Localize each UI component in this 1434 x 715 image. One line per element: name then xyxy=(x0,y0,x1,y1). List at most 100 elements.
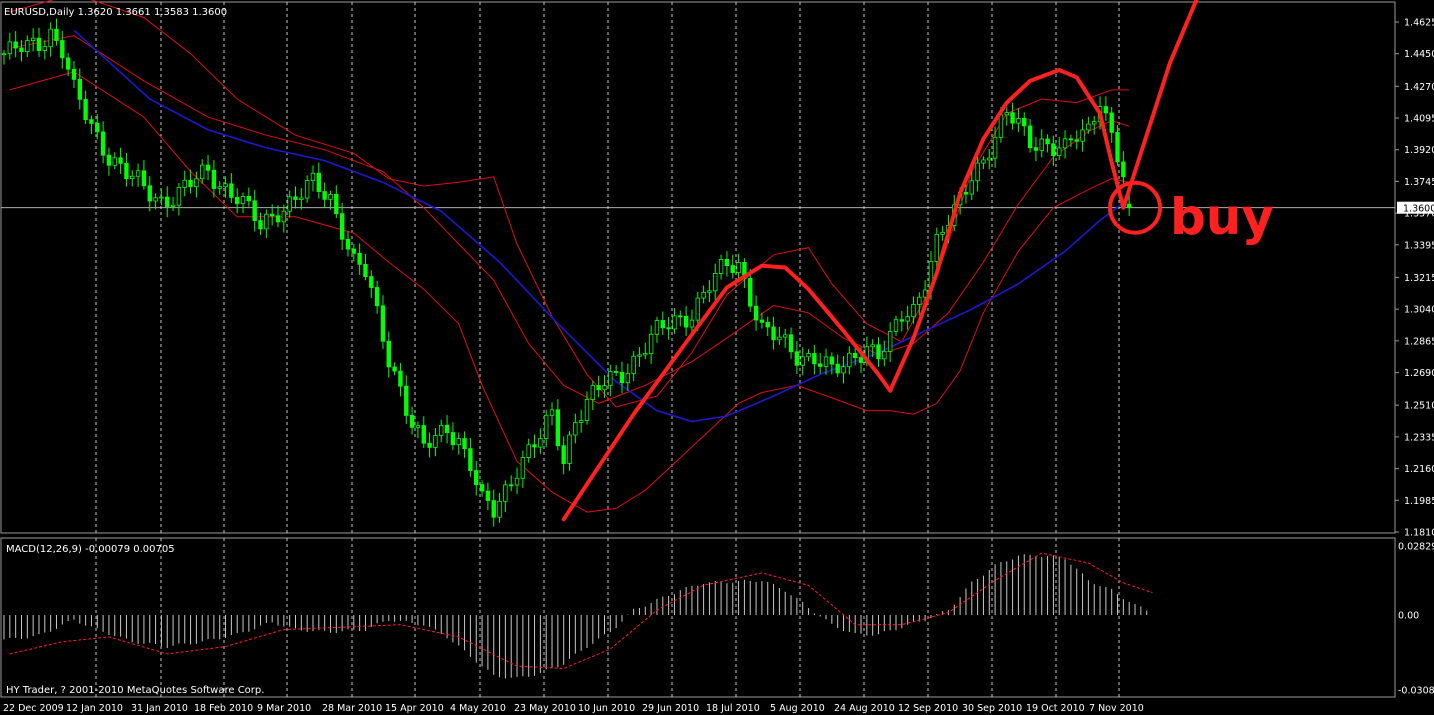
candle-body xyxy=(229,183,234,198)
candle-body xyxy=(1045,138,1050,145)
candle-body xyxy=(19,47,24,53)
y-tick-label: 1.3920 xyxy=(1404,145,1434,156)
candle-body xyxy=(456,438,461,446)
candle-body xyxy=(252,200,257,221)
candle-body xyxy=(357,252,362,265)
candle-body xyxy=(491,500,496,518)
candle-body xyxy=(42,46,48,51)
candle-body xyxy=(71,68,77,80)
candle-body xyxy=(975,162,980,182)
candle-body xyxy=(462,438,467,450)
candle-body xyxy=(771,326,776,341)
x-tick-label: 15 Apr 2010 xyxy=(385,703,444,714)
candle-body xyxy=(182,179,187,188)
candle-body xyxy=(683,315,689,328)
candle-body xyxy=(992,136,998,159)
candle-body xyxy=(613,371,619,373)
candle-body xyxy=(1074,139,1079,142)
y-tick-label: 1.1985 xyxy=(1404,496,1434,507)
candle-body xyxy=(77,78,82,100)
candle-body xyxy=(514,477,520,486)
current-price-label: 1.3600 xyxy=(1403,204,1434,215)
x-tick-label: 7 Nov 2010 xyxy=(1089,703,1144,714)
candle-body xyxy=(893,319,899,332)
candle-body xyxy=(858,357,864,363)
candle-body xyxy=(852,352,858,359)
candle-body xyxy=(596,385,601,391)
candle-body xyxy=(48,28,53,48)
candle-body xyxy=(60,40,65,59)
candle-body xyxy=(835,363,840,374)
candle-body xyxy=(981,159,986,164)
y-tick-label: 1.3215 xyxy=(1404,273,1434,284)
candle-body xyxy=(619,371,625,384)
candle-body xyxy=(643,353,648,356)
candle-body xyxy=(165,196,170,207)
candle-body xyxy=(503,484,508,502)
candle-body xyxy=(293,196,298,200)
candle-body xyxy=(106,154,112,166)
candle-body xyxy=(234,196,240,205)
candle-body xyxy=(573,422,578,436)
price-chart[interactable]: 22 Dec 2009 12 Jan 2010 31 Jan 2010 18 Feb … xyxy=(0,0,1434,715)
candle-body xyxy=(608,371,613,387)
candle-body xyxy=(794,351,800,366)
candle-body xyxy=(310,172,316,181)
candle-body xyxy=(159,196,164,199)
candle-body xyxy=(707,290,712,293)
candle-body xyxy=(380,305,386,342)
candle-body xyxy=(561,445,566,464)
candle-body xyxy=(532,444,537,448)
x-tick-label: 23 May 2010 xyxy=(514,703,576,714)
candle-body xyxy=(392,366,397,372)
candle-body xyxy=(584,399,590,421)
candle-body xyxy=(205,164,211,171)
candle-body xyxy=(223,183,228,188)
x-tick-label: 24 Aug 2010 xyxy=(834,703,895,714)
candle-body xyxy=(654,320,660,335)
candle-body xyxy=(1027,125,1033,149)
candle-body xyxy=(1103,106,1109,114)
y-tick-label: 1.4450 xyxy=(1404,49,1434,60)
candle-body xyxy=(637,354,642,357)
y-tick-label: 1.1810 xyxy=(1404,528,1434,539)
candle-body xyxy=(841,366,846,374)
macd-info-label: MACD(12,26,9) -0.00079 0.00705 xyxy=(6,544,175,555)
candle-body xyxy=(112,157,117,166)
candle-body xyxy=(433,435,438,448)
chart-background xyxy=(0,0,1434,715)
candle-body xyxy=(363,263,368,277)
y-tick-label: 1.2335 xyxy=(1404,432,1434,443)
macd-y-tick-label: 0.00 xyxy=(1398,611,1419,622)
candle-body xyxy=(847,352,852,368)
candle-body xyxy=(334,193,339,215)
candle-body xyxy=(299,197,304,200)
candle-body xyxy=(578,420,584,423)
candle-body xyxy=(409,415,415,428)
x-tick-label: 28 Mar 2010 xyxy=(322,703,382,714)
copyright-label: HY Trader, ? 2001-2010 MetaQuotes Softwa… xyxy=(6,685,264,696)
candle-body xyxy=(648,333,654,354)
candle-body xyxy=(998,114,1004,138)
candle-body xyxy=(264,213,269,230)
candle-body xyxy=(450,432,456,446)
candle-body xyxy=(549,409,555,416)
candle-body xyxy=(474,470,479,486)
x-tick-label: 9 Mar 2010 xyxy=(257,703,311,714)
candle-body xyxy=(287,196,292,212)
candle-body xyxy=(25,40,30,53)
candle-body xyxy=(765,321,770,328)
macd-y-tick-label: 0.02829 xyxy=(1398,542,1434,553)
candle-body xyxy=(479,484,485,492)
candle-body xyxy=(13,41,18,49)
candle-body xyxy=(240,196,246,205)
y-tick-label: 1.4095 xyxy=(1404,114,1434,125)
candle-body xyxy=(870,344,875,348)
candle-body xyxy=(783,334,788,338)
x-tick-label: 10 Jun 2010 xyxy=(578,703,635,714)
candle-body xyxy=(269,213,275,217)
candle-body xyxy=(917,296,922,305)
candle-body xyxy=(439,424,444,436)
candle-body xyxy=(369,276,374,288)
candle-body xyxy=(275,215,281,223)
